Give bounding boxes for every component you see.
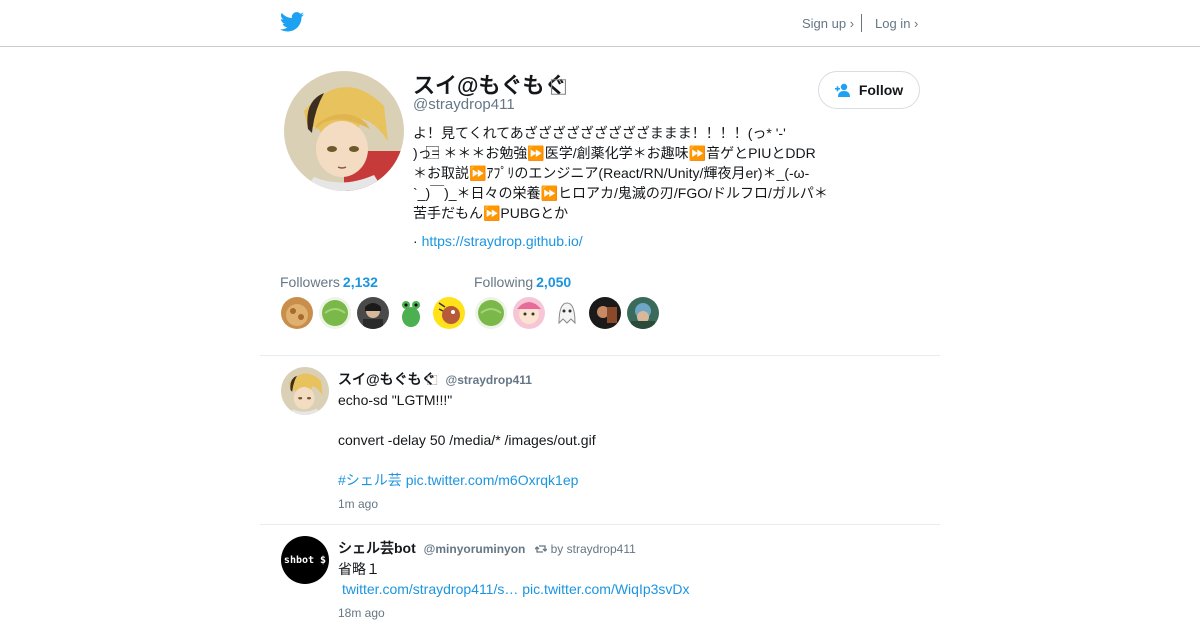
profile-bio: よ！見てくれてあざざざざざざざざざままま！！！！(っ* '-' )っ=⃞ ＊＊＊… <box>413 123 828 223</box>
tweet-links: twitter.com/straydrop411/s… pic.twitter.… <box>342 579 690 599</box>
tweet-author-name[interactable]: スイ@もぐもぐ <box>338 371 436 387</box>
tweet-avatar[interactable] <box>281 367 329 415</box>
website-prefix: · <box>413 233 418 249</box>
tweet-link[interactable]: twitter.com/straydrop411/s… <box>342 581 518 597</box>
following-avatar[interactable] <box>551 297 583 329</box>
bio-line: よ！見てくれてあざざざざざざざざざままま！！！！(っ* '-' <box>413 125 786 141</box>
media-link[interactable]: pic.twitter.com/WiqIp3svDx <box>522 581 689 597</box>
follower-avatar[interactable] <box>357 297 389 329</box>
nav-divider <box>861 14 862 32</box>
profile-website: · https://straydrop.github.io/ <box>413 233 583 249</box>
retweet-indicator: by straydrop411 <box>534 542 636 556</box>
tweet-author-handle[interactable]: @minyoruminyon <box>424 542 526 556</box>
follower-avatar[interactable] <box>319 297 351 329</box>
tweet-header: スイ@もぐもぐ⃞ @straydrop411 <box>338 369 532 389</box>
following-avatars <box>475 297 659 329</box>
profile-handle[interactable]: @straydrop411 <box>413 96 515 113</box>
follower-avatar[interactable] <box>395 297 427 329</box>
follow-label: Follow <box>858 82 904 98</box>
avatar-text: shbot $ <box>283 554 327 566</box>
following-count: 2,050 <box>536 274 572 290</box>
followers-count: 2,132 <box>342 274 378 290</box>
bio-line: 苦手だもん⏩PUBGとか <box>413 205 569 221</box>
tweet-author-handle[interactable]: @straydrop411 <box>446 373 532 387</box>
profile-name-text: スイ@もぐもぐ <box>413 73 567 98</box>
twitter-bird-icon[interactable] <box>280 11 304 33</box>
profile-avatar[interactable] <box>284 71 404 191</box>
following-avatar[interactable] <box>513 297 545 329</box>
bio-line: ＊お取説⏩ｱﾌﾟﾘのエンジニア(React/RN/Unity/輝夜月er)＊_(… <box>413 165 810 181</box>
bio-line: `_)￣)_＊日々の栄養⏩ヒロアカ/鬼滅の刃/FGO/ドルフロ/ガルパ＊ <box>413 185 828 201</box>
media-link[interactable]: pic.twitter.com/m6Oxrqk1ep <box>406 472 579 488</box>
follower-avatar[interactable] <box>433 297 465 329</box>
tweet-timestamp[interactable]: 18m ago <box>338 606 385 620</box>
following-avatar[interactable] <box>589 297 621 329</box>
divider <box>260 524 940 525</box>
follower-avatar[interactable] <box>281 297 313 329</box>
retweeted-by: by straydrop411 <box>550 542 636 556</box>
followers-label: Followers <box>280 274 340 290</box>
tweet-text-line: convert -delay 50 /media/* /images/out.g… <box>338 432 596 448</box>
signup-link[interactable]: Sign up › <box>802 16 854 31</box>
tweet-author-name[interactable]: シェル芸bot <box>338 540 416 556</box>
following-label: Following <box>474 274 534 290</box>
add-user-icon <box>834 83 850 97</box>
tweet-timestamp[interactable]: 1m ago <box>338 497 378 511</box>
tweet-links: #シェル芸 pic.twitter.com/m6Oxrqk1ep <box>338 470 578 490</box>
top-bar: Sign up › Log in › <box>0 0 1200 47</box>
tweet-text-line: echo-sd "LGTM!!!" <box>338 392 453 408</box>
following-stat[interactable]: Following 2,050 <box>474 274 571 290</box>
divider <box>260 355 940 356</box>
tweet-header: シェル芸bot @minyoruminyon by straydrop411 <box>338 538 636 558</box>
retweet-icon <box>534 545 548 553</box>
bio-line: )っ=⃞ ＊＊＊お勉強⏩医学/創薬化学＊お趣味⏩音ゲとPIUとDDR <box>413 145 816 161</box>
login-link[interactable]: Log in › <box>875 16 918 31</box>
following-avatar[interactable] <box>627 297 659 329</box>
following-avatar[interactable] <box>475 297 507 329</box>
followers-avatars <box>281 297 465 329</box>
followers-stat[interactable]: Followers 2,132 <box>280 274 378 290</box>
tweet-text-line: 省略１ <box>338 561 380 577</box>
tweet-avatar[interactable]: shbot $ <box>281 536 329 584</box>
website-link[interactable]: https://straydrop.github.io/ <box>422 233 583 249</box>
hashtag-link[interactable]: #シェル芸 <box>338 472 402 488</box>
follow-button[interactable]: Follow <box>818 71 920 109</box>
